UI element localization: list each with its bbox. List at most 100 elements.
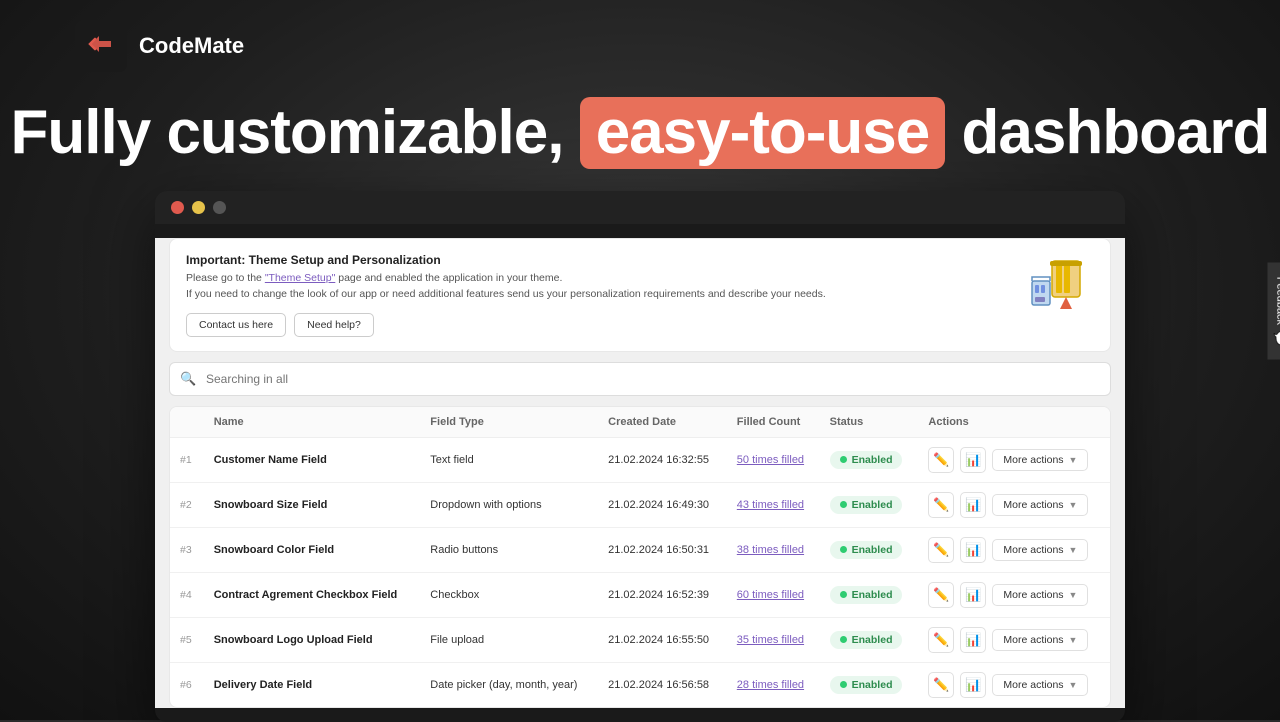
table-row: #6 Delivery Date Field Date picker (day,… — [170, 662, 1110, 707]
action-icons: ✏️ 📊 More actions ▼ — [928, 627, 1100, 653]
status-badge: Enabled — [830, 496, 903, 514]
row-status: Enabled — [820, 662, 919, 707]
edit-button[interactable]: ✏️ — [928, 627, 954, 653]
more-actions-button[interactable]: More actions ▼ — [992, 674, 1088, 696]
more-actions-button[interactable]: More actions ▼ — [992, 539, 1088, 561]
logo-text: CodeMate — [139, 33, 244, 59]
row-num: #1 — [170, 437, 204, 482]
row-created-date: 21.02.2024 16:56:58 — [598, 662, 727, 707]
browser-dot-gray[interactable] — [213, 201, 226, 214]
status-badge: Enabled — [830, 586, 903, 604]
row-status: Enabled — [820, 482, 919, 527]
edit-button[interactable]: ✏️ — [928, 672, 954, 698]
filled-count-link[interactable]: 60 times filled — [737, 589, 804, 601]
status-dot — [840, 456, 847, 463]
row-status: Enabled — [820, 437, 919, 482]
app-panel: Important: Theme Setup and Personalizati… — [155, 238, 1125, 708]
row-filled-count: 60 times filled — [727, 572, 820, 617]
analytics-button[interactable]: 📊 — [960, 672, 986, 698]
row-name: Customer Name Field — [204, 437, 421, 482]
search-container: 🔍 — [169, 362, 1111, 396]
more-actions-button[interactable]: More actions ▼ — [992, 629, 1088, 651]
filled-count-link[interactable]: 50 times filled — [737, 454, 804, 466]
analytics-button[interactable]: 📊 — [960, 447, 986, 473]
chevron-down-icon: ▼ — [1069, 680, 1078, 690]
logo-icon — [87, 33, 115, 59]
row-field-type: Text field — [420, 437, 598, 482]
row-status: Enabled — [820, 527, 919, 572]
browser-window: Important: Theme Setup and Personalizati… — [155, 191, 1125, 722]
row-field-type: Date picker (day, month, year) — [420, 662, 598, 707]
row-name: Snowboard Color Field — [204, 527, 421, 572]
search-wrap: 🔍 — [169, 362, 1111, 396]
edit-button[interactable]: ✏️ — [928, 582, 954, 608]
filled-count-link[interactable]: 38 times filled — [737, 544, 804, 556]
row-num: #6 — [170, 662, 204, 707]
col-num — [170, 407, 204, 438]
col-name: Name — [204, 407, 421, 438]
data-table: Name Field Type Created Date Filled Coun… — [169, 406, 1111, 708]
row-filled-count: 43 times filled — [727, 482, 820, 527]
row-name: Snowboard Size Field — [204, 482, 421, 527]
edit-button[interactable]: ✏️ — [928, 447, 954, 473]
action-icons: ✏️ 📊 More actions ▼ — [928, 672, 1100, 698]
browser-dot-red[interactable] — [171, 201, 184, 214]
chevron-down-icon: ▼ — [1069, 455, 1078, 465]
filled-count-link[interactable]: 28 times filled — [737, 679, 804, 691]
notice-content: Important: Theme Setup and Personalizati… — [186, 253, 1006, 337]
row-field-type: Radio buttons — [420, 527, 598, 572]
chevron-down-icon: ▼ — [1069, 500, 1078, 510]
edit-button[interactable]: ✏️ — [928, 492, 954, 518]
page-wrapper: CodeMate Fully customizable, easy-to-use… — [0, 0, 1280, 720]
chevron-down-icon: ▼ — [1069, 590, 1078, 600]
row-actions: ✏️ 📊 More actions ▼ — [918, 437, 1110, 482]
table-header-row: Name Field Type Created Date Filled Coun… — [170, 407, 1110, 438]
logo-box — [75, 20, 127, 72]
browser-bar — [155, 191, 1125, 224]
row-num: #3 — [170, 527, 204, 572]
status-badge: Enabled — [830, 631, 903, 649]
notice-body-line2: If you need to change the look of our ap… — [186, 287, 1006, 303]
search-input[interactable] — [169, 362, 1111, 396]
chevron-down-icon: ▼ — [1069, 635, 1078, 645]
notice-link[interactable]: "Theme Setup" — [265, 272, 336, 284]
row-field-type: File upload — [420, 617, 598, 662]
row-actions: ✏️ 📊 More actions ▼ — [918, 527, 1110, 572]
table-row: #2 Snowboard Size Field Dropdown with op… — [170, 482, 1110, 527]
row-num: #4 — [170, 572, 204, 617]
status-badge: Enabled — [830, 451, 903, 469]
col-field-type: Field Type — [420, 407, 598, 438]
action-icons: ✏️ 📊 More actions ▼ — [928, 447, 1100, 473]
filled-count-link[interactable]: 35 times filled — [737, 634, 804, 646]
feedback-tab[interactable]: Feedback 💬 — [1267, 263, 1280, 360]
status-dot — [840, 681, 847, 688]
filled-count-link[interactable]: 43 times filled — [737, 499, 804, 511]
notice-buttons: Contact us here Need help? — [186, 313, 1006, 337]
analytics-button[interactable]: 📊 — [960, 582, 986, 608]
analytics-button[interactable]: 📊 — [960, 537, 986, 563]
analytics-button[interactable]: 📊 — [960, 492, 986, 518]
more-actions-button[interactable]: More actions ▼ — [992, 449, 1088, 471]
notice-illustration — [1022, 253, 1094, 317]
col-filled-count: Filled Count — [727, 407, 820, 438]
action-icons: ✏️ 📊 More actions ▼ — [928, 582, 1100, 608]
more-actions-button[interactable]: More actions ▼ — [992, 494, 1088, 516]
row-actions: ✏️ 📊 More actions ▼ — [918, 662, 1110, 707]
row-name: Delivery Date Field — [204, 662, 421, 707]
more-actions-button[interactable]: More actions ▼ — [992, 584, 1088, 606]
feedback-icon: 💬 — [1273, 331, 1280, 346]
need-help-button[interactable]: Need help? — [294, 313, 374, 337]
status-dot — [840, 591, 847, 598]
analytics-button[interactable]: 📊 — [960, 627, 986, 653]
status-badge: Enabled — [830, 676, 903, 694]
row-field-type: Dropdown with options — [420, 482, 598, 527]
headline-prefix: Fully customizable, — [11, 98, 564, 167]
row-status: Enabled — [820, 617, 919, 662]
browser-dot-yellow[interactable] — [192, 201, 205, 214]
row-created-date: 21.02.2024 16:55:50 — [598, 617, 727, 662]
headline-highlight: easy-to-use — [580, 97, 946, 169]
table-row: #3 Snowboard Color Field Radio buttons 2… — [170, 527, 1110, 572]
contact-us-button[interactable]: Contact us here — [186, 313, 286, 337]
edit-button[interactable]: ✏️ — [928, 537, 954, 563]
feedback-label: Feedback — [1274, 277, 1280, 325]
